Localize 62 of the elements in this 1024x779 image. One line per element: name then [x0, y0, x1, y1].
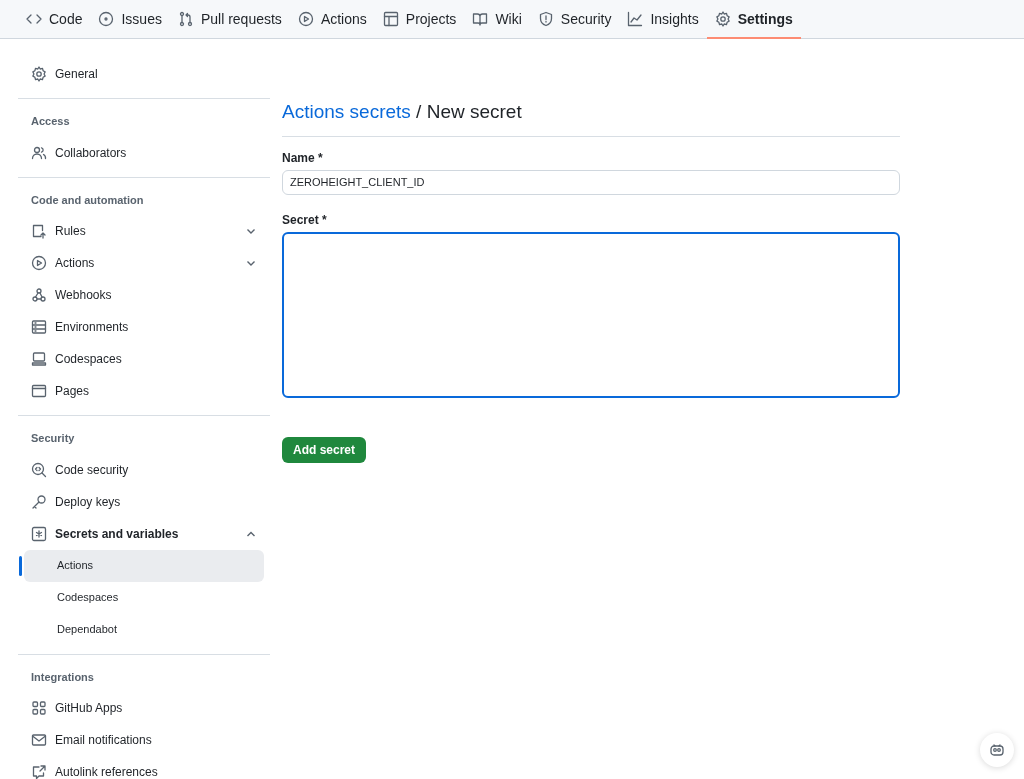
- shield-icon: [537, 11, 554, 27]
- ruleset-icon: [31, 223, 47, 239]
- line-graph-icon: [627, 11, 644, 27]
- sidebar-item[interactable]: Webhooks: [18, 279, 270, 311]
- sidebar-subitem[interactable]: Actions: [24, 549, 264, 582]
- gear-icon: [714, 11, 731, 27]
- sidebar-item[interactable]: Secrets and variables: [18, 517, 270, 550]
- repo-tab[interactable]: Issues: [90, 0, 170, 38]
- add-secret-button[interactable]: Add secret: [282, 436, 367, 463]
- page-title: / New secret: [415, 101, 522, 122]
- section-heading: Security: [30, 431, 76, 446]
- section-heading: Integrations: [30, 669, 95, 685]
- field-label: Secret *: [282, 211, 328, 229]
- table-icon: [382, 11, 399, 27]
- repo-tab[interactable]: Actions: [289, 0, 375, 38]
- apps-icon: [31, 700, 47, 716]
- sidebar-item[interactable]: Collaborators: [18, 136, 270, 169]
- sidebar-item[interactable]: Environments: [18, 311, 270, 343]
- repo-tab[interactable]: Projects: [374, 0, 465, 38]
- server-icon: [31, 319, 47, 335]
- section-heading: Code and automation: [30, 192, 145, 208]
- browser-icon: [31, 383, 47, 399]
- laptop-icon: [31, 351, 47, 367]
- repo-tab[interactable]: Security: [529, 0, 620, 38]
- asterisk-icon: [31, 525, 47, 542]
- secret-textarea[interactable]: [282, 231, 900, 398]
- play-icon: [297, 11, 314, 27]
- repo-tab[interactable]: Wiki: [464, 0, 530, 38]
- field-label: Name *: [282, 149, 324, 167]
- mail-icon: [31, 732, 47, 748]
- pull-request-icon: [177, 11, 194, 27]
- sidebar-item[interactable]: Autolink references: [18, 756, 270, 779]
- gear-icon: [31, 66, 47, 82]
- sidebar-subitem[interactable]: Codespaces: [24, 581, 264, 614]
- robot-icon: [989, 742, 1005, 758]
- repo-tab[interactable]: Settings: [706, 0, 801, 38]
- sidebar-item[interactable]: Deploy keys: [18, 485, 270, 518]
- repo-tab[interactable]: Code: [18, 0, 91, 38]
- breadcrumb-link[interactable]: Actions secrets: [282, 101, 411, 122]
- sidebar-item[interactable]: Pages: [18, 375, 270, 407]
- circle-dot-icon: [98, 11, 115, 27]
- repo-tab[interactable]: Pull requests: [169, 0, 290, 38]
- sidebar-item[interactable]: Email notifications: [18, 724, 270, 756]
- webhook-icon: [31, 287, 47, 303]
- sidebar-subitem[interactable]: Dependabot: [24, 613, 264, 646]
- link-external-icon: [31, 764, 47, 779]
- book-icon: [472, 11, 489, 27]
- sidebar-item[interactable]: Rules: [18, 215, 270, 247]
- sidebar-item[interactable]: General: [18, 58, 270, 90]
- people-icon: [31, 144, 47, 161]
- key-icon: [31, 493, 47, 510]
- repo-tab[interactable]: Insights: [619, 0, 707, 38]
- active-indicator: [19, 555, 22, 576]
- section-heading: Access: [30, 114, 71, 129]
- sidebar-item[interactable]: Actions: [18, 247, 270, 279]
- sidebar-item[interactable]: Code security: [18, 453, 270, 486]
- sidebar-item[interactable]: GitHub Apps: [18, 692, 270, 724]
- sidebar-item[interactable]: Codespaces: [18, 343, 270, 375]
- play-icon: [31, 255, 47, 271]
- code-search-icon: [31, 461, 47, 478]
- name-input[interactable]: ZEROHEIGHT_CLIENT_ID: [282, 169, 900, 195]
- copilot-button[interactable]: [980, 733, 1014, 767]
